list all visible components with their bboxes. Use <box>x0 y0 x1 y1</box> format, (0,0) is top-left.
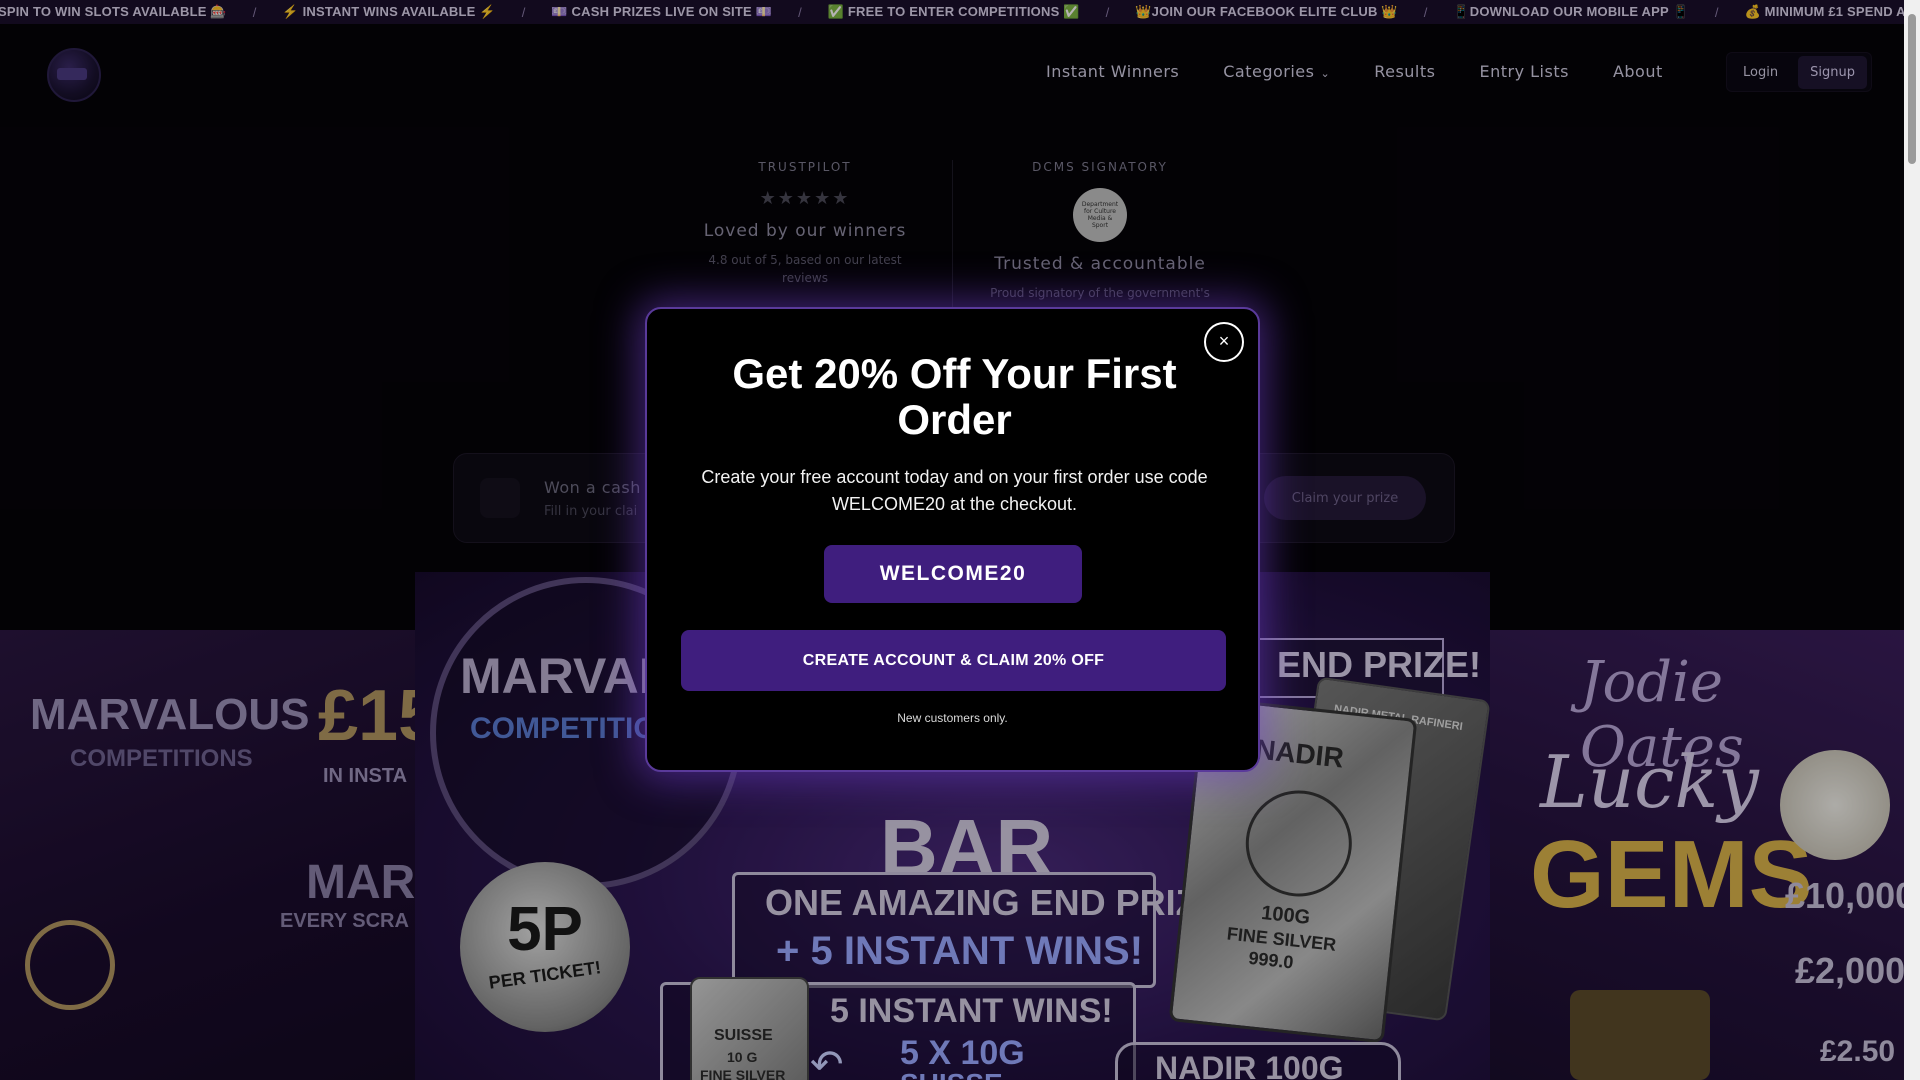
promo-code-button[interactable]: WELCOME20 <box>824 545 1082 603</box>
scrollbar-thumb[interactable] <box>1908 14 1916 164</box>
modal-body: Create your free account today and on yo… <box>701 467 1208 514</box>
promo-modal: × Get 20% Off Your First Order Create yo… <box>645 307 1260 772</box>
page-scrollbar[interactable] <box>1904 0 1920 1080</box>
create-account-button[interactable]: CREATE ACCOUNT & CLAIM 20% OFF <box>681 630 1226 691</box>
modal-footnote: New customers only. <box>897 711 1008 725</box>
modal-title: Get 20% Off Your First Order <box>732 350 1177 443</box>
